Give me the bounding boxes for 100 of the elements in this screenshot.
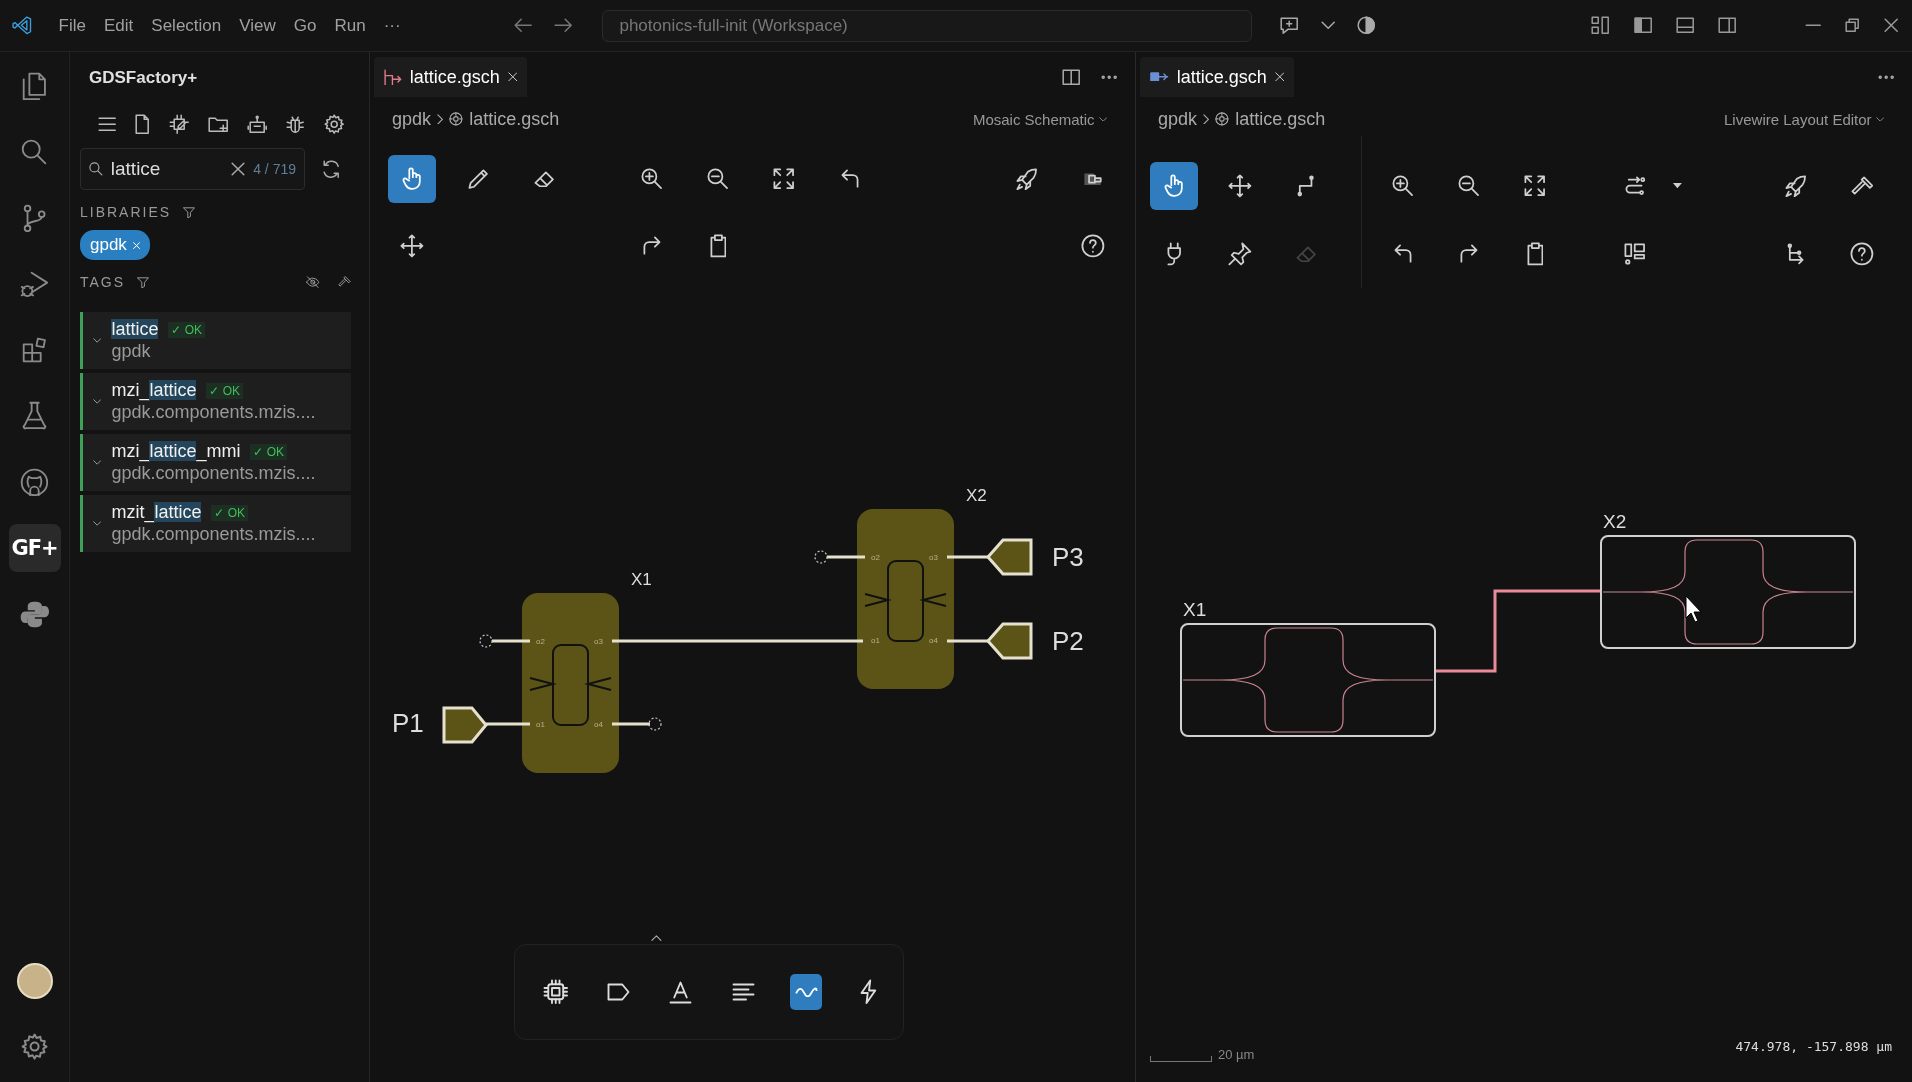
hand-pointer-tool-button[interactable] xyxy=(388,155,436,203)
wave-icon xyxy=(794,986,818,998)
hand-pointer-icon xyxy=(402,167,422,191)
chat-bubble-icon xyxy=(1280,16,1299,35)
file-icon xyxy=(135,114,150,135)
close-icon xyxy=(1883,18,1898,33)
menu-item[interactable]: View xyxy=(230,11,285,40)
settings-icon xyxy=(323,114,344,135)
library-chip[interactable]: gpdk xyxy=(80,230,151,261)
breadcrumb-item[interactable]: gpdk xyxy=(392,108,432,130)
align-left-icon xyxy=(731,983,755,1001)
refresh-icon xyxy=(323,160,340,179)
filter-icon[interactable] xyxy=(137,276,150,289)
route-branch-icon xyxy=(1787,243,1805,265)
move-icon xyxy=(1228,174,1252,198)
eye-off-icon[interactable] xyxy=(306,276,321,289)
hand-pointer-tool-button[interactable] xyxy=(1150,162,1198,210)
editor-mode-dropdown[interactable]: Mosaic Schematic xyxy=(966,109,1113,129)
pin-marker xyxy=(986,622,1033,660)
wire xyxy=(947,555,988,559)
close-icon[interactable] xyxy=(1274,72,1285,82)
port-label: o4 xyxy=(594,720,603,729)
close-icon[interactable] xyxy=(507,72,518,82)
caret-down-icon[interactable] xyxy=(93,460,102,466)
fit-view-icon xyxy=(773,168,795,190)
port-label: o2 xyxy=(871,553,880,562)
secondary-sidebar-icon xyxy=(1718,17,1737,34)
component-name: mzit_lattice xyxy=(111,502,202,524)
menu-item[interactable]: Edit xyxy=(95,11,143,40)
hammer-icon[interactable] xyxy=(338,276,351,288)
close-icon[interactable] xyxy=(231,162,246,177)
extensions-icon xyxy=(22,336,47,364)
pin-marker xyxy=(986,538,1033,576)
component-path: gpdk xyxy=(111,341,152,363)
editor-tab[interactable]: lattice.gsch xyxy=(1140,57,1295,97)
caret-down-icon[interactable] xyxy=(93,399,102,405)
section-heading: TAGS xyxy=(80,274,126,291)
bug-icon xyxy=(286,115,305,133)
instance-label: X1 xyxy=(631,570,652,589)
redo-icon xyxy=(643,236,661,256)
component-item[interactable]: mzit_lattice ✓ OK gpdk.components.mzis.... xyxy=(80,495,351,553)
scale-bar xyxy=(1150,1056,1212,1062)
filter-icon[interactable] xyxy=(183,206,196,219)
breadcrumb-item[interactable]: lattice.gsch xyxy=(469,108,560,130)
component-item[interactable]: mzi_lattice ✓ OK gpdk.components.mzis.... xyxy=(80,373,351,431)
wire xyxy=(486,722,530,726)
menu-item[interactable]: Run xyxy=(325,11,375,40)
rocket-icon xyxy=(1016,167,1038,191)
route-options-icon xyxy=(1624,176,1646,196)
expand-palette-button[interactable] xyxy=(651,935,662,942)
help-icon xyxy=(1850,242,1874,266)
redo-icon xyxy=(1460,244,1478,264)
component-name: mzi_lattice xyxy=(111,380,197,402)
port-stub xyxy=(827,555,865,559)
text-tool-icon xyxy=(669,980,693,1004)
undo-icon xyxy=(1394,244,1412,264)
layout-grid-icon xyxy=(1624,242,1646,265)
status-badge: ✓ OK xyxy=(206,382,244,399)
search-field[interactable]: lattice 4 / 719 xyxy=(80,148,305,191)
editor-mode-dropdown[interactable]: Livewire Layout Editor xyxy=(1718,109,1890,129)
port-label: o3 xyxy=(929,553,938,562)
port-stub xyxy=(492,639,530,643)
eraser-icon xyxy=(533,170,555,188)
command-center-field[interactable]: photonics-full-init (Workspace) xyxy=(602,9,1253,42)
sidebar-toggle-icon xyxy=(1633,17,1653,34)
wire xyxy=(947,639,988,643)
avatar[interactable] xyxy=(16,962,53,999)
panel-title: GDSFactory+ xyxy=(88,67,199,88)
undo-icon xyxy=(841,169,859,189)
caret-up-icon xyxy=(651,935,662,942)
clipboard-icon xyxy=(1526,242,1544,266)
pin-label: P1 xyxy=(392,708,424,738)
menu-item[interactable]: Selection xyxy=(142,11,231,40)
layout-icon xyxy=(1591,16,1610,35)
extension-tab[interactable]: GF+ xyxy=(8,524,61,572)
caret-down-icon[interactable] xyxy=(93,521,102,527)
zoom-out-icon xyxy=(707,168,729,190)
breadcrumb-item[interactable]: gpdk xyxy=(1158,108,1198,130)
editor-tab[interactable]: lattice.gsch xyxy=(374,57,528,97)
zoom-out-icon xyxy=(1458,175,1480,197)
component-item[interactable]: lattice ✓ OK gpdk xyxy=(80,312,351,370)
menu-item[interactable]: File xyxy=(49,11,95,40)
run-debug-icon xyxy=(20,270,49,298)
cell-label: X1 xyxy=(1183,599,1207,620)
component-path: gpdk.components.mzis.... xyxy=(111,402,316,424)
mouse-cursor-icon xyxy=(1685,595,1702,623)
gear-file-icon xyxy=(1215,112,1230,126)
pencil-icon xyxy=(467,168,489,190)
breadcrumb-item[interactable]: lattice.gsch xyxy=(1235,108,1326,130)
back-arrow-icon xyxy=(513,18,533,33)
caret-down-icon[interactable] xyxy=(93,338,102,344)
component-item[interactable]: mzi_lattice_mmi ✓ OK gpdk.components.mzis.... xyxy=(80,434,351,492)
menu-item[interactable]: ··· xyxy=(374,11,410,40)
component-path: gpdk.components.mzis.... xyxy=(111,463,316,485)
wave-tool-button[interactable] xyxy=(789,974,823,1010)
menu-item[interactable]: Go xyxy=(284,11,326,40)
layout-file-icon xyxy=(1150,72,1169,82)
chevron-right-icon xyxy=(1203,113,1210,125)
files-icon xyxy=(22,71,47,101)
port-label: o3 xyxy=(594,637,603,646)
